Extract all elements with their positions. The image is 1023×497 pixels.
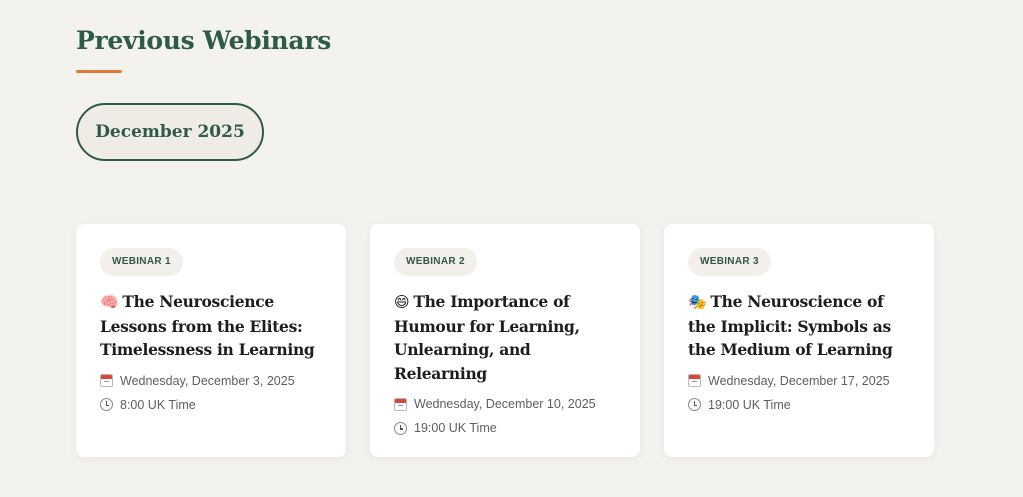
webinar-card-1[interactable]: WEBINAR 1 🧠 The Neuroscience Lessons from… [76,224,346,457]
month-filter-button[interactable]: December 2025 [76,103,264,161]
section-title: Previous Webinars [76,26,331,55]
webinar-time-row: 19:00 UK Time [688,397,910,413]
webinar-title[interactable]: 🎭 The Neuroscience of the Implicit: Symbo… [688,290,910,362]
webinar-time: 19:00 UK Time [414,421,497,435]
webinar-time: 8:00 UK Time [120,397,196,412]
webinar-date: Wednesday, December 10, 2025 [414,397,596,411]
webinar-date-row: Wednesday, December 3, 2025 [100,373,322,389]
webinar-badge: WEBINAR 3 [688,248,771,276]
webinar-title[interactable]: 😄 The Importance of Humour for Learning, … [394,290,616,385]
webinar-time-row: 19:00 UK Time [394,420,616,436]
webinar-time: 19:00 UK Time [708,397,791,412]
brain-icon: 🧠 [100,293,119,311]
webinar-date: Wednesday, December 3, 2025 [120,373,295,388]
webinar-card-3[interactable]: WEBINAR 3 🎭 The Neuroscience of the Impli… [664,224,934,457]
webinar-date: Wednesday, December 17, 2025 [708,373,890,388]
webinar-badge: WEBINAR 1 [100,248,183,276]
webinar-title[interactable]: 🧠 The Neuroscience Lessons from the Elite… [100,290,322,362]
webinar-time-row: 8:00 UK Time [100,397,322,413]
calendar-icon [688,374,701,387]
webinar-title-text: The Importance of Humour for Learning, U… [394,292,580,383]
theater-masks-icon: 🎭 [688,293,707,311]
clock-icon [100,398,113,411]
clock-icon [688,398,701,411]
webinar-badge: WEBINAR 2 [394,248,477,276]
webinar-card-2[interactable]: WEBINAR 2 😄 The Importance of Humour for … [370,224,640,457]
calendar-icon [394,397,407,411]
webinar-title-text: The Neuroscience of the Implicit: Symbol… [688,292,893,359]
title-underline [76,70,122,73]
webinar-title-text: The Neuroscience Lessons from the Elites… [100,292,315,359]
webinar-date-row: Wednesday, December 10, 2025 [394,396,616,412]
clock-icon [394,421,407,435]
webinar-date-row: Wednesday, December 17, 2025 [688,373,910,389]
calendar-icon [100,374,113,387]
smiling-face-icon: 😄 [394,293,410,311]
